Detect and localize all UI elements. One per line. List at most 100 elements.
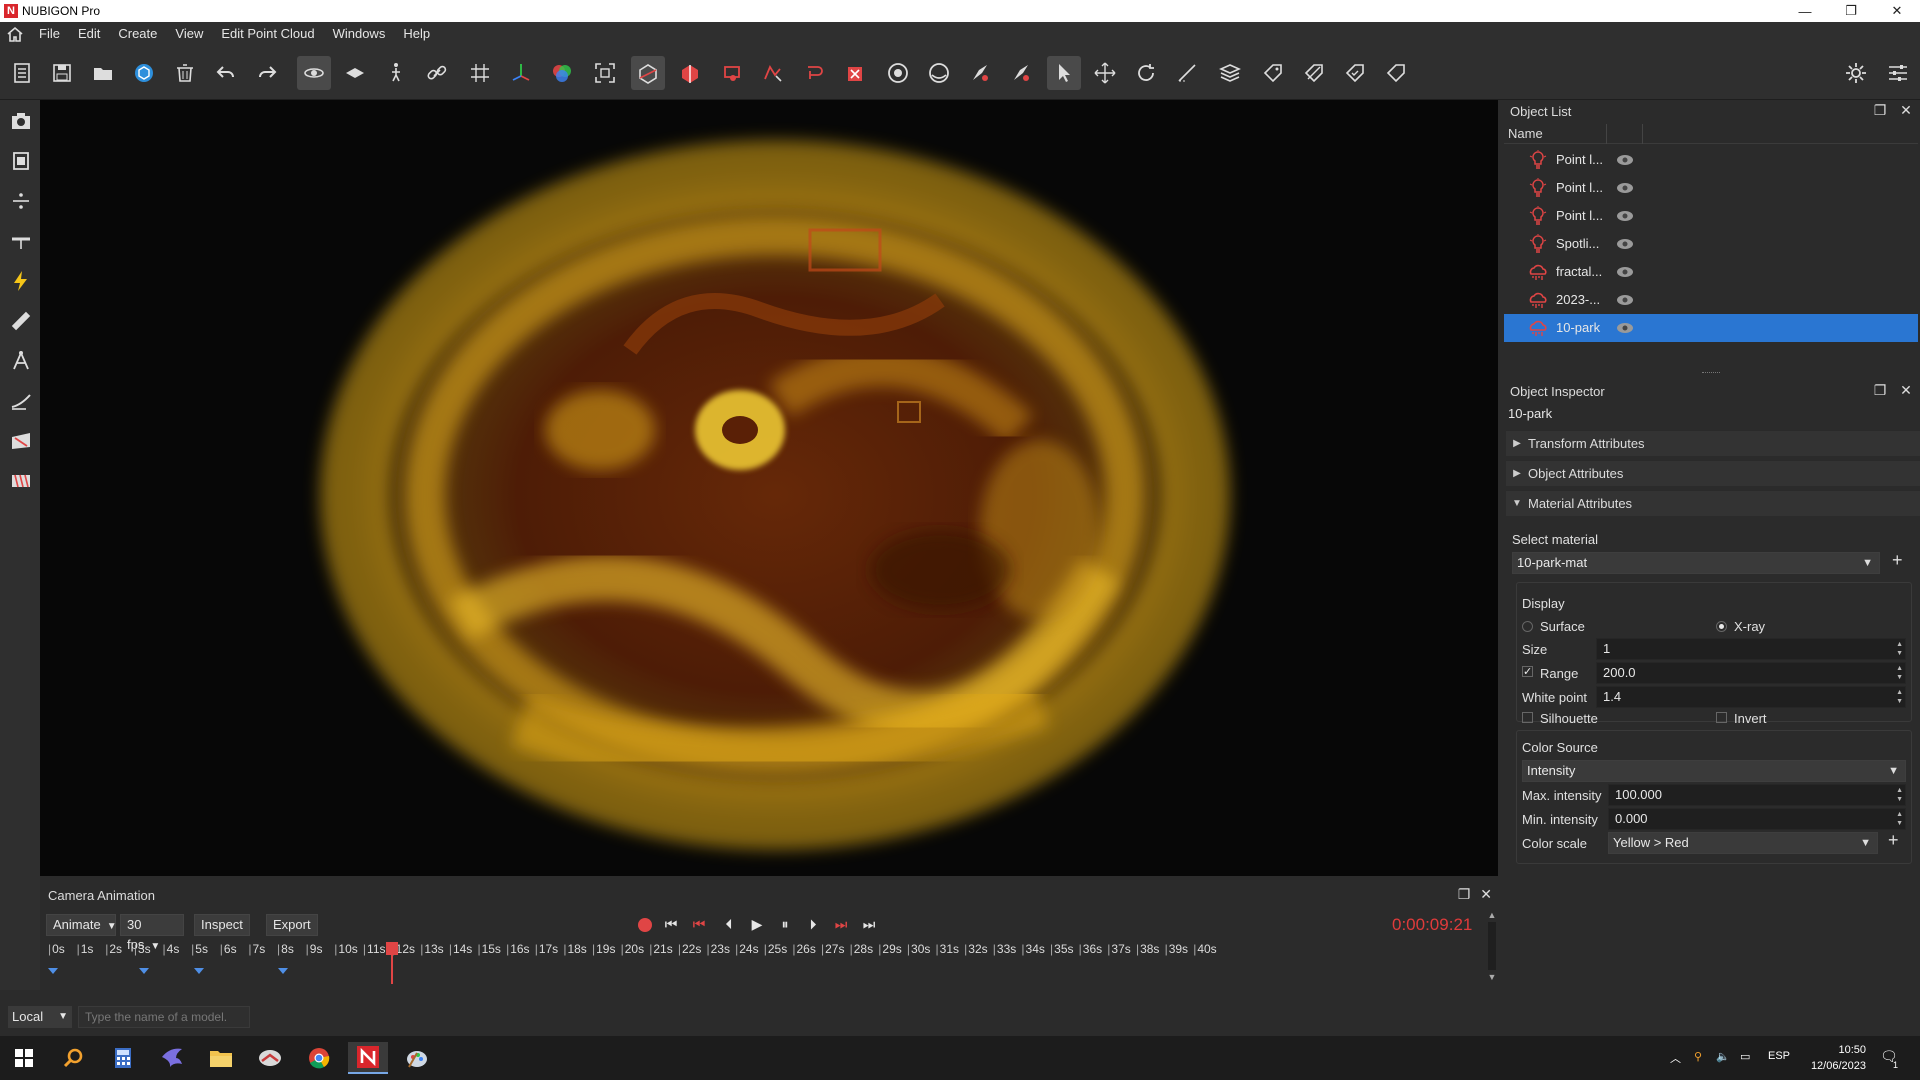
new-document-icon[interactable] bbox=[5, 56, 39, 90]
taskbar-clock[interactable]: 10:50 12/06/2023 bbox=[1796, 1042, 1866, 1074]
range-input[interactable]: 200.0 ▲ ▼ bbox=[1596, 662, 1906, 684]
undo-icon[interactable] bbox=[209, 56, 243, 90]
object-list-item[interactable]: Point l... bbox=[1504, 174, 1918, 202]
frame-all-icon[interactable] bbox=[588, 56, 622, 90]
go-to-end-icon[interactable]: ⏭ bbox=[860, 916, 878, 933]
step-back-icon[interactable]: ⏴ bbox=[720, 916, 738, 933]
chrome-icon[interactable] bbox=[299, 1042, 339, 1074]
coordinate-mode-select[interactable]: Local ▼ bbox=[8, 1006, 72, 1028]
pointer-icon[interactable] bbox=[1047, 56, 1081, 90]
object-list-item[interactable]: Point l... bbox=[1504, 202, 1918, 230]
close-panel-icon[interactable]: ✕ bbox=[1898, 102, 1914, 119]
float-panel-icon[interactable]: ❐ bbox=[1872, 382, 1888, 399]
timeline-scrollbar[interactable]: ▲ ▼ bbox=[1486, 910, 1498, 986]
lightning-icon[interactable] bbox=[6, 266, 36, 296]
object-list-item[interactable]: fractal... bbox=[1504, 258, 1918, 286]
visibility-eye-icon[interactable] bbox=[1616, 321, 1634, 335]
add-material-icon[interactable]: + bbox=[1892, 550, 1903, 571]
camera-icon[interactable] bbox=[6, 106, 36, 136]
float-panel-icon[interactable]: ❐ bbox=[1458, 886, 1471, 903]
size-input[interactable]: 1 ▲ ▼ bbox=[1596, 638, 1906, 660]
visibility-eye-icon[interactable] bbox=[1616, 293, 1634, 307]
silhouette-checkbox[interactable] bbox=[1522, 712, 1533, 723]
ruler-icon[interactable] bbox=[6, 306, 36, 336]
menu-edit-point-cloud[interactable]: Edit Point Cloud bbox=[212, 22, 323, 46]
white-point-input[interactable]: 1.4 ▲ ▼ bbox=[1596, 686, 1906, 708]
export-button[interactable]: Export bbox=[266, 914, 318, 936]
erase-points-icon[interactable] bbox=[1004, 56, 1038, 90]
animate-mode-select[interactable]: Animate ▼ bbox=[46, 914, 117, 936]
play-icon[interactable]: ▶ bbox=[748, 916, 766, 933]
calculator-icon[interactable] bbox=[103, 1042, 143, 1074]
range-checkbox[interactable]: ✓ bbox=[1522, 666, 1533, 678]
menu-windows[interactable]: Windows bbox=[324, 22, 395, 46]
prev-keyframe-icon[interactable]: ⏮ bbox=[690, 916, 708, 933]
keyframe-marker[interactable] bbox=[278, 968, 288, 974]
clipping-sphere-icon[interactable] bbox=[922, 56, 956, 90]
cross-section-icon[interactable] bbox=[6, 426, 36, 456]
min-intensity-input[interactable]: 0.000 ▲ ▼ bbox=[1608, 808, 1906, 830]
step-forward-icon[interactable]: ⏵ bbox=[804, 916, 822, 933]
object-list-item[interactable]: Point l... bbox=[1504, 146, 1918, 174]
orbit-camera-icon[interactable] bbox=[297, 56, 331, 90]
section-transform-attributes[interactable]: ▶ Transform Attributes bbox=[1506, 430, 1920, 456]
xray-radio[interactable] bbox=[1716, 621, 1727, 632]
tag-slash-icon[interactable] bbox=[1297, 56, 1331, 90]
view-cube-icon[interactable] bbox=[6, 146, 36, 176]
close-button[interactable]: ✕ bbox=[1874, 0, 1920, 22]
settings-gear-icon[interactable] bbox=[1839, 56, 1873, 90]
add-color-scale-icon[interactable]: + bbox=[1888, 830, 1899, 851]
link-icon[interactable] bbox=[420, 56, 454, 90]
tag-grid-icon[interactable] bbox=[1256, 56, 1290, 90]
paint-app-icon[interactable] bbox=[397, 1042, 437, 1074]
paint-points-icon[interactable] bbox=[963, 56, 997, 90]
menu-help[interactable]: Help bbox=[394, 22, 439, 46]
object-list-item[interactable]: 10-park bbox=[1504, 314, 1918, 342]
search-icon[interactable] bbox=[54, 1042, 94, 1074]
float-panel-icon[interactable]: ❐ bbox=[1872, 102, 1888, 119]
tray-expand-icon[interactable]: ︿ bbox=[1670, 1050, 1681, 1066]
walk-icon[interactable] bbox=[379, 56, 413, 90]
close-panel-icon[interactable]: ✕ bbox=[1898, 382, 1914, 399]
clip-box-icon[interactable] bbox=[673, 56, 707, 90]
color-wheel-icon[interactable] bbox=[545, 56, 579, 90]
section-object-attributes[interactable]: ▶ Object Attributes bbox=[1506, 460, 1920, 486]
import-cube-icon[interactable] bbox=[127, 56, 161, 90]
cloud-app-icon[interactable] bbox=[250, 1042, 290, 1074]
select-lasso-icon[interactable] bbox=[756, 56, 790, 90]
spinner-icon[interactable]: ▲ ▼ bbox=[1896, 786, 1903, 804]
inspect-button[interactable]: Inspect bbox=[194, 914, 250, 936]
move-icon[interactable] bbox=[1088, 56, 1122, 90]
target-icon[interactable] bbox=[881, 56, 915, 90]
axis-icon[interactable] bbox=[504, 56, 538, 90]
tag-check-icon[interactable] bbox=[1338, 56, 1372, 90]
fly-camera-icon[interactable] bbox=[338, 56, 372, 90]
invert-checkbox[interactable] bbox=[1716, 712, 1727, 723]
visibility-eye-icon[interactable] bbox=[1616, 265, 1634, 279]
select-area-icon[interactable] bbox=[716, 56, 750, 90]
material-select[interactable]: 10-park-mat ▼ bbox=[1512, 552, 1880, 574]
object-list-item[interactable]: Spotli... bbox=[1504, 230, 1918, 258]
measure-icon[interactable] bbox=[1170, 56, 1204, 90]
menu-create[interactable]: Create bbox=[109, 22, 166, 46]
layers-icon[interactable] bbox=[1213, 56, 1247, 90]
volume-icon[interactable]: 🔈 bbox=[1716, 1050, 1730, 1063]
spinner-icon[interactable]: ▲ ▼ bbox=[1896, 810, 1903, 828]
grid-icon[interactable] bbox=[463, 56, 497, 90]
section-box-icon[interactable] bbox=[631, 56, 665, 90]
sweep-path-icon[interactable] bbox=[6, 386, 36, 416]
fps-select[interactable]: 30 fps ▼ bbox=[120, 914, 184, 952]
go-to-start-icon[interactable]: ⏮ bbox=[662, 916, 680, 933]
language-indicator[interactable]: ESP bbox=[1768, 1050, 1790, 1062]
nubigon-taskbar-icon[interactable] bbox=[348, 1042, 388, 1074]
minimize-button[interactable]: — bbox=[1782, 0, 1828, 22]
record-button[interactable] bbox=[638, 918, 652, 932]
menu-file[interactable]: File bbox=[30, 22, 69, 46]
model-name-input[interactable]: Type the name of a model. bbox=[78, 1006, 250, 1028]
bird-app-icon[interactable] bbox=[152, 1042, 192, 1074]
animation-timeline[interactable]: 0s1s2s3s4s5s6s7s8s9s10s11s12s13s14s15s16… bbox=[48, 942, 1488, 984]
select-brush-icon[interactable] bbox=[797, 56, 831, 90]
delete-icon[interactable] bbox=[168, 56, 202, 90]
menu-view[interactable]: View bbox=[166, 22, 212, 46]
color-scale-select[interactable]: Yellow > Red ▼ bbox=[1608, 832, 1878, 854]
